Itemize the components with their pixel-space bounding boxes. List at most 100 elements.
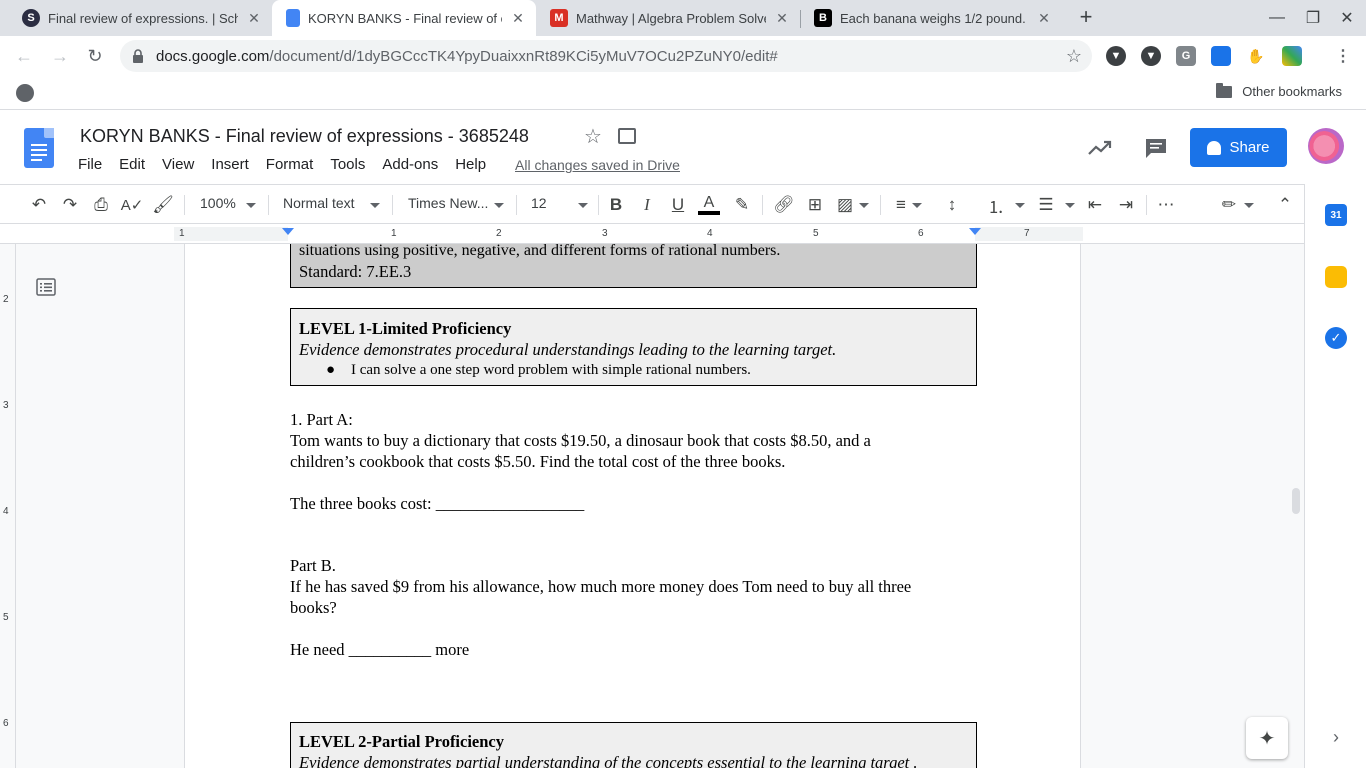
more-options-icon[interactable]: ⋯ xyxy=(1155,194,1177,216)
paint-format-icon[interactable]: 🖌 xyxy=(152,194,174,216)
google-docs-logo-icon[interactable] xyxy=(24,128,54,168)
paragraph-style-select[interactable]: Normal text xyxy=(283,195,355,211)
increase-indent-icon[interactable]: ⇥ xyxy=(1115,194,1137,216)
spellcheck-icon[interactable]: A✓ xyxy=(121,194,144,216)
bold-icon[interactable]: B xyxy=(605,194,627,216)
decrease-indent-icon[interactable]: ⇤ xyxy=(1084,194,1106,216)
insert-link-icon[interactable]: 🔗︎ xyxy=(773,194,795,216)
extension-shield-icon[interactable]: ▼ xyxy=(1106,46,1126,66)
menu-tools[interactable]: Tools xyxy=(330,156,365,173)
hide-menus-icon[interactable]: ⌃ xyxy=(1274,194,1296,216)
text-color-icon[interactable]: A xyxy=(698,194,720,216)
bulleted-list-icon[interactable]: ☰ xyxy=(1035,194,1057,216)
left-indent-marker[interactable] xyxy=(282,228,294,235)
add-comment-icon[interactable]: ⊞ xyxy=(804,194,826,216)
browser-tab[interactable]: M Mathway | Algebra Problem Solve ✕ xyxy=(536,0,800,36)
line-spacing-icon[interactable]: ↕ xyxy=(941,194,963,216)
insert-image-icon[interactable]: ▨ xyxy=(834,194,856,216)
keep-icon[interactable] xyxy=(1325,266,1347,288)
toolbar-divider xyxy=(392,195,393,215)
extension-g-icon[interactable]: G xyxy=(1176,46,1196,66)
menu-help[interactable]: Help xyxy=(455,156,486,173)
toolbar-divider xyxy=(268,195,269,215)
highlight-color-icon[interactable]: ✎ xyxy=(731,194,753,216)
browser-tab[interactable]: B Each banana weighs 1/2 pound. ✕ xyxy=(800,0,1062,36)
level1-evidence: Evidence demonstrates procedural underst… xyxy=(299,340,837,359)
forward-icon[interactable]: → xyxy=(48,44,72,68)
extension-colorful-icon[interactable] xyxy=(1282,46,1302,66)
lock-icon xyxy=(132,49,144,63)
font-select[interactable]: Times New... xyxy=(408,195,488,211)
learning-target-box: situations using positive, negative, and… xyxy=(290,244,977,288)
numbered-list-icon[interactable]: ⒈ xyxy=(985,194,1007,217)
extension-hand-icon[interactable]: ✋ xyxy=(1246,46,1266,66)
document-page[interactable]: situations using positive, negative, and… xyxy=(184,244,1081,768)
browser-menu-icon[interactable]: ⋮ xyxy=(1333,46,1353,66)
document-title[interactable]: KORYN BANKS - Final review of expression… xyxy=(80,126,529,147)
save-status-link[interactable]: All changes saved in Drive xyxy=(515,157,680,173)
account-avatar[interactable] xyxy=(1308,128,1344,164)
google-docs-favicon-icon xyxy=(286,9,300,27)
comment-history-icon[interactable] xyxy=(1144,137,1168,159)
font-size-select[interactable]: 12 xyxy=(531,195,547,211)
new-tab-icon[interactable]: + xyxy=(1074,6,1098,30)
person-add-icon xyxy=(1207,140,1222,155)
browser-toolbar: ← → ↻ docs.google.com/document/d/1dyBGCc… xyxy=(0,36,1366,76)
restore-window-icon[interactable]: ❐ xyxy=(1296,0,1330,36)
print-icon[interactable]: ⎙ xyxy=(90,194,112,216)
expand-panel-chevron-icon[interactable]: › xyxy=(1325,726,1347,748)
target-text: situations using positive, negative, and… xyxy=(299,244,781,259)
level1-box: LEVEL 1-Limited Proficiency Evidence dem… xyxy=(290,308,977,386)
horizontal-ruler[interactable]: 1 1 2 3 4 5 6 7 xyxy=(0,224,1304,244)
menu-format[interactable]: Format xyxy=(266,156,314,173)
tasks-icon[interactable]: ✓ xyxy=(1325,327,1347,349)
menu-insert[interactable]: Insert xyxy=(211,156,249,173)
activity-dashboard-icon[interactable] xyxy=(1088,138,1112,158)
address-bar[interactable]: docs.google.com/document/d/1dyBGCccTK4Yp… xyxy=(120,40,1092,72)
ruler-label: 6 xyxy=(3,718,9,729)
explore-button[interactable]: ✦ xyxy=(1246,717,1288,759)
close-tab-icon[interactable]: ✕ xyxy=(1036,10,1052,26)
close-tab-icon[interactable]: ✕ xyxy=(246,10,262,26)
globe-bookmark-icon[interactable] xyxy=(16,84,34,102)
move-to-drive-icon[interactable] xyxy=(618,128,636,144)
ruler-label: 3 xyxy=(3,400,9,411)
minimize-window-icon[interactable]: — xyxy=(1260,0,1294,36)
browser-tab-active[interactable]: KORYN BANKS - Final review of e ✕ xyxy=(272,0,536,36)
underline-icon[interactable]: U xyxy=(667,194,689,216)
bookmark-star-icon[interactable]: ☆ xyxy=(1066,46,1082,67)
zoom-select[interactable]: 100% xyxy=(200,195,236,211)
chevron-down-icon xyxy=(370,203,380,208)
italic-icon[interactable]: I xyxy=(636,194,658,216)
extension-shield-icon[interactable]: ▼ xyxy=(1141,46,1161,66)
close-tab-icon[interactable]: ✕ xyxy=(510,10,526,26)
menu-edit[interactable]: Edit xyxy=(119,156,145,173)
toolbar-divider xyxy=(516,195,517,215)
ruler-left-margin xyxy=(174,227,288,241)
chevron-down-icon xyxy=(1065,203,1075,208)
back-icon[interactable]: ← xyxy=(12,44,36,68)
question1-answer: The three books cost: __________________ xyxy=(290,494,585,513)
star-icon[interactable]: ☆ xyxy=(584,124,602,149)
other-bookmarks-folder[interactable]: Other bookmarks xyxy=(1216,82,1342,99)
close-window-icon[interactable]: ✕ xyxy=(1330,0,1364,36)
right-indent-marker[interactable] xyxy=(969,228,981,235)
ruler-label: 7 xyxy=(1024,228,1030,239)
undo-icon[interactable]: ↶ xyxy=(28,194,50,216)
extension-screen-icon[interactable] xyxy=(1211,46,1231,66)
folder-icon xyxy=(1216,82,1233,98)
share-button[interactable]: Share xyxy=(1190,128,1287,167)
menu-view[interactable]: View xyxy=(162,156,194,173)
close-tab-icon[interactable]: ✕ xyxy=(774,10,790,26)
calendar-icon[interactable]: 31 xyxy=(1325,204,1347,226)
menu-add-ons[interactable]: Add-ons xyxy=(382,156,438,173)
editing-mode-icon[interactable]: ✏ xyxy=(1218,194,1240,216)
align-left-icon[interactable]: ≡ xyxy=(890,194,912,216)
redo-icon[interactable]: ↷ xyxy=(59,194,81,216)
document-scrollbar[interactable] xyxy=(1292,488,1300,514)
reload-icon[interactable]: ↻ xyxy=(83,44,107,68)
document-outline-icon[interactable] xyxy=(36,278,56,296)
menu-file[interactable]: File xyxy=(78,156,102,173)
ruler-label: 1 xyxy=(179,228,185,239)
browser-tab[interactable]: S Final review of expressions. | Sch ✕ xyxy=(8,0,272,36)
